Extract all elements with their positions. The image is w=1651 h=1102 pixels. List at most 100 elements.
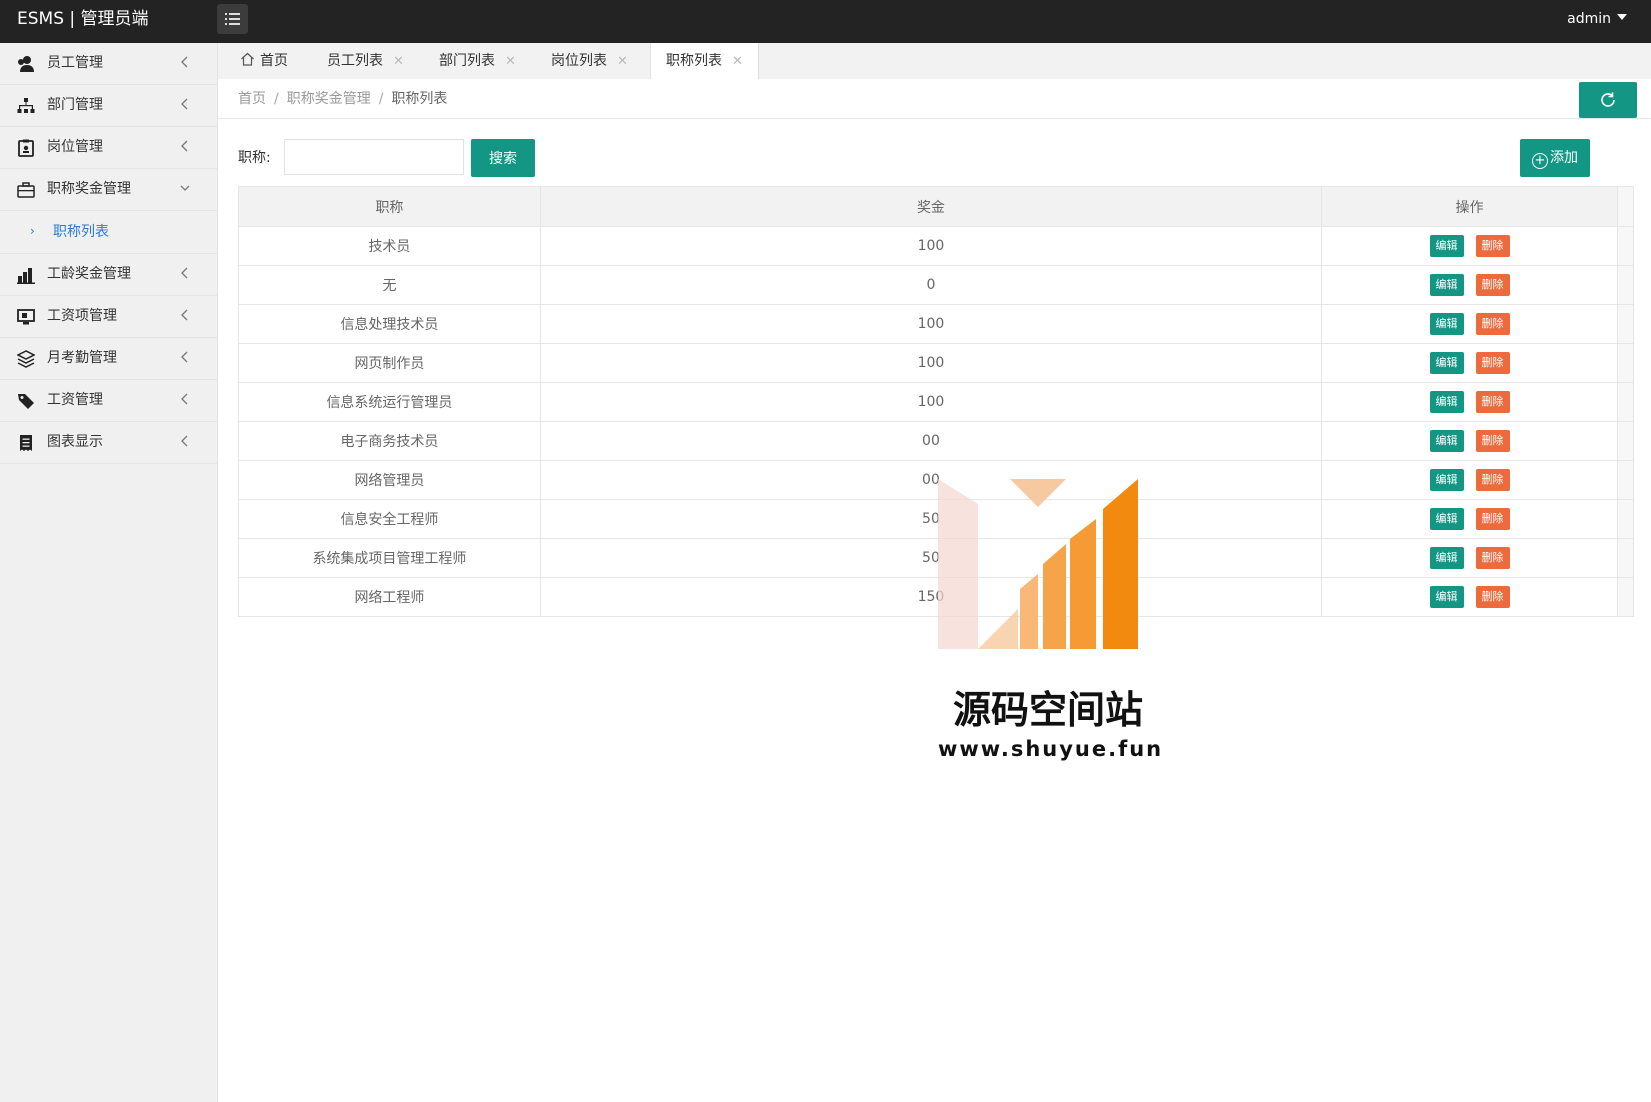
table-row: 系统集成项目管理工程师 50 编辑 删除	[238, 538, 1634, 578]
tab-home[interactable]: 首页	[240, 43, 288, 79]
cell-actions: 编辑 删除	[1320, 265, 1619, 305]
cell-actions: 编辑 删除	[1320, 226, 1619, 266]
tab-position-list[interactable]: 岗位列表 ✕	[551, 43, 628, 79]
cell-bonus: 00	[539, 460, 1323, 500]
sidebar-item-attendance[interactable]: 月考勤管理	[0, 338, 217, 380]
breadcrumb-link[interactable]: 职称奖金管理	[287, 91, 371, 107]
tab-label: 岗位列表	[551, 53, 607, 69]
column-header-title[interactable]: 职称	[238, 186, 541, 227]
monitor-icon	[17, 309, 35, 325]
badge-icon	[18, 139, 34, 157]
table-header-row: 职称 奖金 操作	[238, 186, 1634, 227]
delete-button[interactable]: 删除	[1475, 352, 1510, 374]
cell-actions: 编辑 删除	[1320, 343, 1619, 383]
scrollbar-gutter	[1617, 460, 1634, 500]
delete-button[interactable]: 删除	[1475, 547, 1510, 569]
table-row: 网络管理员 00 编辑 删除	[238, 460, 1634, 500]
cell-title: 信息处理技术员	[238, 304, 541, 344]
cell-bonus: 00	[539, 421, 1323, 461]
chevron-left-icon	[181, 393, 188, 405]
search-button[interactable]: 搜索	[471, 139, 535, 177]
edit-button[interactable]: 编辑	[1429, 313, 1464, 335]
cell-title: 技术员	[238, 226, 541, 266]
scrollbar-gutter	[1617, 343, 1634, 383]
caret-down-icon	[1617, 14, 1627, 20]
delete-button[interactable]: 删除	[1475, 313, 1510, 335]
tab-department-list[interactable]: 部门列表 ✕	[439, 43, 516, 79]
user-name: admin	[1567, 11, 1611, 27]
breadcrumb-link[interactable]: 首页	[238, 91, 266, 107]
column-header-bonus[interactable]: 奖金	[539, 186, 1323, 227]
cell-actions: 编辑 删除	[1320, 304, 1619, 344]
delete-button[interactable]: 删除	[1475, 508, 1510, 530]
edit-button[interactable]: 编辑	[1429, 235, 1464, 257]
close-icon[interactable]: ✕	[393, 54, 404, 69]
cell-bonus: 50	[539, 538, 1323, 578]
sidebar-item-salary-items[interactable]: 工资项管理	[0, 296, 217, 338]
chevron-left-icon	[181, 98, 188, 110]
table-body: 技术员 100 编辑 删除无 0 编辑 删除 信息处理技术员 100 编辑 删除 网页制作员 100 编辑…	[238, 226, 1634, 617]
edit-button[interactable]: 编辑	[1429, 391, 1464, 413]
add-button[interactable]: + 添加	[1520, 139, 1590, 177]
sidebar-subitem-title-list[interactable]: › 职称列表	[0, 211, 217, 254]
sidebar-subitem-label: 职称列表	[53, 224, 109, 240]
delete-button[interactable]: 删除	[1475, 430, 1510, 452]
edit-button[interactable]: 编辑	[1429, 547, 1464, 569]
sidebar-item-title-bonus[interactable]: 职称奖金管理	[0, 169, 217, 211]
close-icon[interactable]: ✕	[617, 54, 628, 69]
sidebar-item-label: 工资管理	[47, 392, 103, 408]
edit-button[interactable]: 编辑	[1429, 469, 1464, 491]
delete-button[interactable]: 删除	[1475, 391, 1510, 413]
table-row: 信息处理技术员 100 编辑 删除	[238, 304, 1634, 344]
chart-icon	[17, 268, 35, 284]
tab-title-list[interactable]: 职称列表 ✕	[650, 43, 759, 80]
menu-toggle-button[interactable]	[217, 4, 248, 34]
delete-button[interactable]: 删除	[1475, 586, 1510, 608]
sidebar-item-seniority-bonus[interactable]: 工龄奖金管理	[0, 254, 217, 296]
tab-employee-list[interactable]: 员工列表 ✕	[327, 43, 404, 79]
home-icon	[241, 52, 254, 66]
close-icon[interactable]: ✕	[505, 54, 516, 69]
sidebar-item-position[interactable]: 岗位管理	[0, 127, 217, 169]
tab-bar: 首页 员工列表 ✕ 部门列表 ✕ 岗位列表 ✕ 职称列表 ✕	[218, 43, 1651, 80]
sidebar-item-salary[interactable]: 工资管理	[0, 380, 217, 422]
scrollbar-gutter	[1617, 226, 1634, 266]
edit-button[interactable]: 编辑	[1429, 274, 1464, 296]
edit-button[interactable]: 编辑	[1429, 352, 1464, 374]
refresh-icon	[1601, 92, 1615, 107]
delete-button[interactable]: 删除	[1475, 274, 1510, 296]
cell-title: 网络工程师	[238, 577, 541, 617]
chevron-down-icon	[180, 185, 190, 191]
cell-bonus: 100	[539, 382, 1323, 422]
main-content: 首页 / 职称奖金管理 / 职称列表 职称: 搜索 + 添加 职称 奖金 操作 技术员 10…	[218, 79, 1651, 1102]
breadcrumb: 首页 / 职称奖金管理 / 职称列表	[238, 79, 447, 119]
title-table: 职称 奖金 操作 技术员 100 编辑 删除无 0 编辑 删除 信息处理技术员 100 编辑 删除网…	[238, 186, 1634, 617]
cell-actions: 编辑 删除	[1320, 538, 1619, 578]
sidebar-item-department[interactable]: 部门管理	[0, 85, 217, 127]
plus-circle-icon: +	[1532, 153, 1548, 169]
user-menu[interactable]: admin	[1567, 0, 1627, 38]
watermark-url: www.shuyue.fun	[938, 737, 1164, 761]
cell-actions: 编辑 删除	[1320, 460, 1619, 500]
sidebar: 员工管理 部门管理 岗位管理 职称奖金管理 › 职称列表 工龄奖金管理 工资项管…	[0, 43, 218, 1102]
edit-button[interactable]: 编辑	[1429, 430, 1464, 452]
scrollbar-gutter	[1617, 421, 1634, 461]
table-row: 无 0 编辑 删除	[238, 265, 1634, 305]
sidebar-item-label: 职称奖金管理	[47, 181, 131, 197]
tab-label: 员工列表	[327, 53, 383, 69]
sidebar-item-employee[interactable]: 员工管理	[0, 43, 217, 85]
search-label: 职称:	[238, 150, 271, 166]
sidebar-item-label: 月考勤管理	[47, 350, 117, 366]
breadcrumb-separator: /	[274, 91, 279, 107]
refresh-button[interactable]	[1579, 82, 1637, 118]
edit-button[interactable]: 编辑	[1429, 508, 1464, 530]
scrollbar-gutter	[1617, 304, 1634, 344]
delete-button[interactable]: 删除	[1475, 469, 1510, 491]
search-input[interactable]	[284, 139, 464, 175]
sidebar-item-charts[interactable]: 图表显示	[0, 422, 217, 464]
top-bar: ESMS | 管理员端 admin	[0, 0, 1651, 43]
edit-button[interactable]: 编辑	[1429, 586, 1464, 608]
add-button-label: 添加	[1550, 150, 1578, 166]
delete-button[interactable]: 删除	[1475, 235, 1510, 257]
close-icon[interactable]: ✕	[732, 54, 743, 69]
